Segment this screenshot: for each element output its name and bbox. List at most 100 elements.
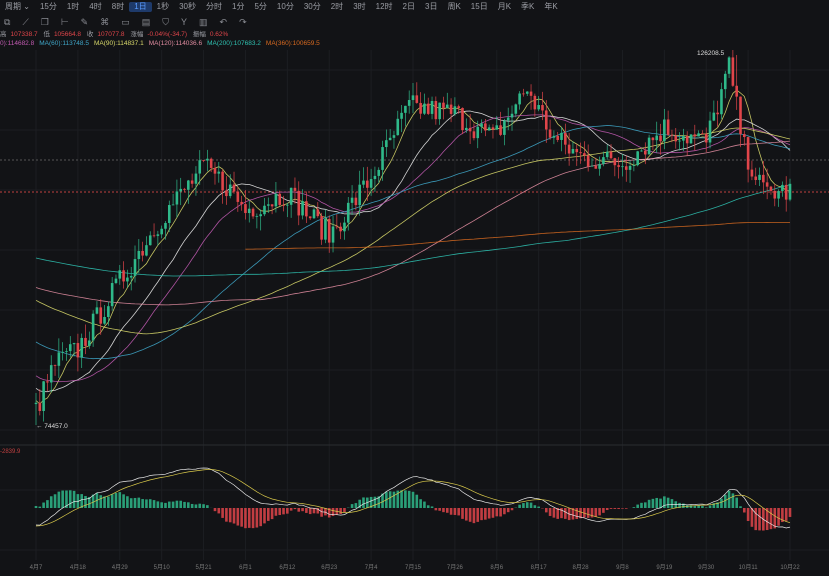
candle [282,204,285,206]
candle [107,306,110,317]
macd-bar [430,506,434,508]
macd-bar [198,503,202,508]
candle [129,275,133,278]
candle [331,226,335,243]
candle [206,158,209,161]
ma360-line [245,221,791,250]
macd-bar [232,508,236,524]
macd-bar [720,498,723,508]
candle [788,183,792,200]
candle [784,184,788,200]
macd-bar [476,508,480,522]
candle [110,283,114,307]
candle [678,140,681,142]
candle [651,137,655,141]
candle [468,127,472,132]
candle [369,179,373,188]
candle [114,278,118,284]
candle [708,120,712,143]
candle [286,204,289,206]
macd-bar [750,508,754,527]
candle [628,165,632,170]
macd-bar [621,508,624,509]
candle [68,344,72,352]
candle [171,204,175,206]
candle [190,180,194,184]
candle [49,365,53,383]
candle [244,204,247,214]
x-axis-label: 7月15 [404,565,422,571]
macd-bar [99,495,103,508]
candle [160,228,163,235]
macd-bar [434,508,438,511]
candle [400,112,403,119]
macd-bar [278,508,282,516]
candle [141,250,144,256]
candle [579,152,582,154]
x-axis-label: 8月17 [530,565,547,571]
macd-bar [697,505,700,508]
macd-bar [605,508,609,511]
macd-bar [704,507,708,508]
x-axis-label: 7月26 [446,565,463,571]
candle [674,135,678,142]
candle [411,95,415,101]
candle [270,204,274,207]
candle [457,106,460,108]
macd-bar [160,502,163,508]
candle [240,201,243,205]
macd-bar [727,490,731,508]
macd-bar [739,506,742,508]
macd-bar [533,505,537,508]
candle [529,91,533,96]
macd-bar [164,502,167,508]
macd-bar [190,503,194,508]
macd-bar [632,507,636,508]
candle [385,140,388,148]
candle [499,125,502,135]
candle [663,119,666,142]
candle [659,135,662,142]
candle [506,117,510,121]
macd-bar [221,508,224,518]
macd-bar [339,508,342,515]
candle [225,190,228,197]
candle [137,250,141,260]
candle [148,235,152,246]
macd-bar [468,508,472,522]
macd-bar [746,508,750,521]
candle [404,105,407,113]
candle [693,134,697,137]
candle [541,105,544,111]
macd-bar [617,508,620,509]
candle [773,190,777,199]
macd-bar [103,496,106,508]
candle [103,316,106,324]
candle [392,135,396,138]
macd-bar [544,508,548,513]
candle [305,201,308,217]
macd-bar [392,491,396,508]
candle [731,57,735,86]
macd-bar [350,504,354,508]
candle [491,127,495,130]
x-axis-label: 6月23 [321,565,338,571]
candle [164,222,167,229]
macd-bar [419,499,422,508]
macd-bar [308,508,312,515]
price-chart[interactable] [0,0,829,576]
candle [461,107,464,131]
candle [453,106,457,114]
candle [42,381,45,411]
candle [720,89,723,115]
candle [179,188,183,192]
candle [655,135,659,141]
macd-bar [293,508,297,510]
macd-bar [266,508,270,521]
candle [560,132,563,140]
candle [621,166,624,168]
low-annotation: ← 74457.0 [36,423,68,430]
macd-bar [263,508,266,524]
macd-bar [57,491,61,508]
macd-bar [400,490,403,508]
